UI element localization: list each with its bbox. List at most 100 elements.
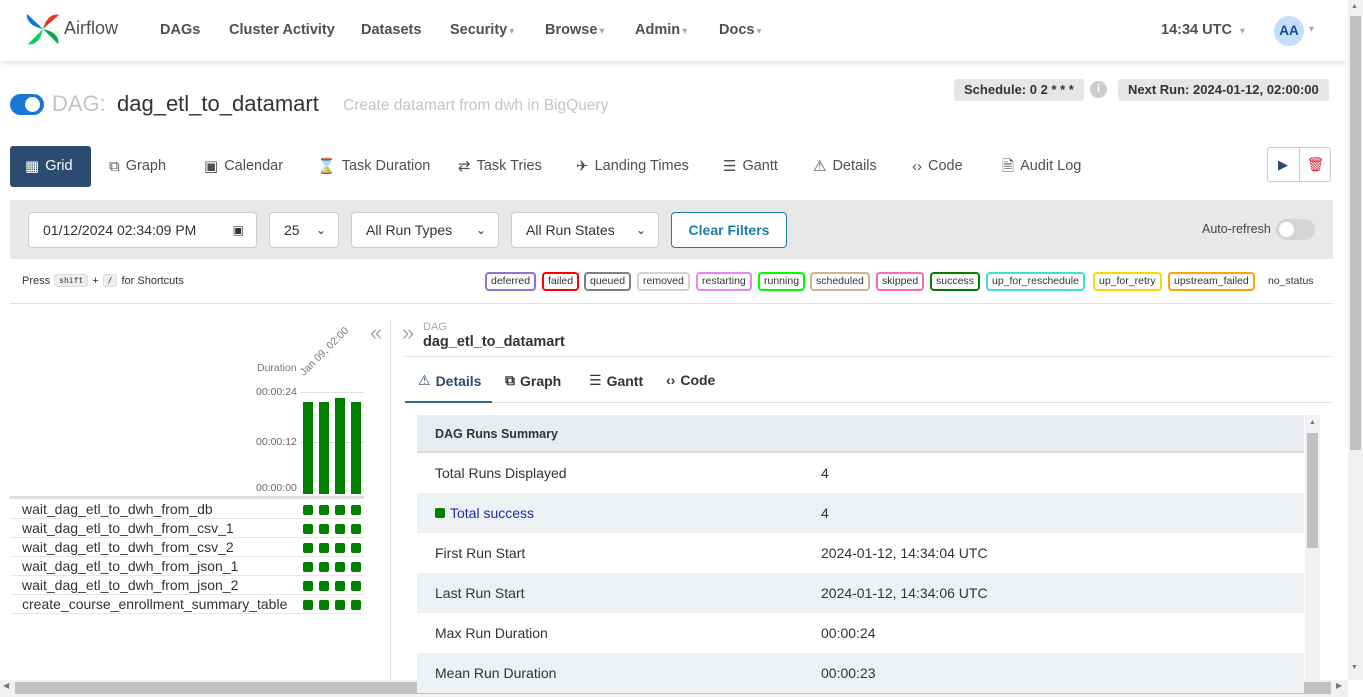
tab-audit-log[interactable]: 🗎 Audit Log: [1002, 146, 1081, 187]
nav-browse[interactable]: Browse ▾: [545, 22, 604, 38]
state-success[interactable]: success: [930, 272, 980, 291]
state-restarting[interactable]: restarting: [696, 272, 752, 291]
task-instance-square[interactable]: [335, 562, 345, 572]
task-name[interactable]: wait_dag_etl_to_dwh_from_csv_1: [22, 520, 234, 536]
task-row[interactable]: wait_dag_etl_to_dwh_from_db: [10, 500, 364, 519]
task-instance-square[interactable]: [335, 505, 345, 515]
task-instance-square[interactable]: [319, 524, 329, 534]
run-states-select[interactable]: All Run States ⌄: [511, 212, 659, 248]
task-instance-square[interactable]: [319, 505, 329, 515]
clear-filters-button[interactable]: Clear Filters: [671, 212, 787, 248]
info-icon[interactable]: i: [1090, 81, 1107, 98]
task-instance-square[interactable]: [351, 543, 361, 553]
task-row[interactable]: wait_dag_etl_to_dwh_from_json_2: [10, 576, 364, 595]
vertical-scroll-thumb[interactable]: [1350, 16, 1361, 450]
tab-graph[interactable]: ⧉ Graph: [109, 146, 166, 187]
tab-grid[interactable]: ▦ Grid: [10, 146, 91, 187]
tab-task-tries[interactable]: ⇄ Task Tries: [458, 146, 542, 187]
task-instance-square[interactable]: [319, 543, 329, 553]
tab-details[interactable]: ⚠ Details: [813, 146, 877, 187]
airflow-logo-icon[interactable]: [24, 10, 62, 48]
scroll-left-arrow-icon[interactable]: ◀: [3, 681, 9, 690]
panel-tab-graph[interactable]: ⧉ Graph: [505, 372, 561, 389]
task-instance-square[interactable]: [303, 505, 313, 515]
num-runs-select[interactable]: 25 ⌄: [269, 212, 339, 248]
nav-security[interactable]: Security ▾: [450, 22, 514, 38]
task-instance-square[interactable]: [319, 581, 329, 591]
task-instance-square[interactable]: [351, 505, 361, 515]
state-up-for-retry[interactable]: up_for_retry: [1093, 272, 1162, 291]
nav-datasets[interactable]: Datasets: [361, 22, 421, 38]
state-upstream-failed[interactable]: upstream_failed: [1168, 272, 1255, 291]
tab-landing-times[interactable]: ✈ Landing Times: [576, 146, 689, 187]
panel-tab-code[interactable]: ‹› Code: [666, 372, 715, 388]
task-instance-square[interactable]: [303, 562, 313, 572]
task-name[interactable]: wait_dag_etl_to_dwh_from_json_1: [22, 558, 238, 574]
state-up-for-reschedule[interactable]: up_for_reschedule: [986, 272, 1085, 291]
task-instance-square[interactable]: [351, 524, 361, 534]
state-skipped[interactable]: skipped: [876, 272, 925, 291]
brand-name[interactable]: Airflow: [64, 18, 118, 39]
panel-divider[interactable]: [390, 320, 391, 680]
state-deferred[interactable]: deferred: [485, 272, 537, 291]
table-scroll-thumb[interactable]: [1307, 433, 1318, 548]
task-instance-square[interactable]: [303, 524, 313, 534]
nav-cluster-activity[interactable]: Cluster Activity: [229, 22, 335, 38]
breadcrumb-dag[interactable]: dag_etl_to_datamart: [423, 334, 565, 350]
task-instance-square[interactable]: [303, 600, 313, 610]
scroll-up-arrow-icon[interactable]: ▲: [1351, 3, 1358, 10]
delete-dag-button[interactable]: 🗑: [1300, 147, 1331, 182]
state-failed[interactable]: failed: [542, 272, 580, 291]
panel-tab-gantt[interactable]: ☰ Gantt: [589, 372, 643, 389]
state-removed[interactable]: removed: [637, 272, 690, 291]
tab-gantt[interactable]: ☰ Gantt: [723, 146, 778, 187]
scroll-down-arrow-icon[interactable]: ▼: [1351, 664, 1358, 671]
task-name[interactable]: wait_dag_etl_to_dwh_from_db: [22, 501, 213, 517]
task-instance-square[interactable]: [351, 562, 361, 572]
task-instance-square[interactable]: [319, 562, 329, 572]
task-instance-square[interactable]: [319, 600, 329, 610]
scroll-right-arrow-icon[interactable]: ▶: [1336, 681, 1342, 690]
total-success-link[interactable]: Total success: [450, 493, 534, 533]
collapse-grid-icon[interactable]: «: [370, 320, 382, 346]
nav-docs[interactable]: Docs ▾: [719, 22, 762, 38]
state-no-status[interactable]: no_status: [1268, 275, 1314, 287]
scroll-up-arrow-icon[interactable]: ▲: [1309, 419, 1316, 426]
trigger-dag-button[interactable]: ▶: [1267, 147, 1299, 182]
base-date-input[interactable]: 01/12/2024 02:34:09 PM ▣: [28, 212, 257, 248]
run-duration-bar[interactable]: [351, 402, 361, 494]
task-row[interactable]: create_course_enrollment_summary_table: [10, 595, 364, 614]
task-row[interactable]: wait_dag_etl_to_dwh_from_json_1: [10, 557, 364, 576]
run-duration-bar[interactable]: [303, 402, 313, 494]
tab-code[interactable]: ‹› Code: [912, 146, 963, 187]
task-instance-square[interactable]: [303, 543, 313, 553]
run-types-select[interactable]: All Run Types ⌄: [351, 212, 499, 248]
state-queued[interactable]: queued: [584, 272, 632, 291]
expand-details-icon[interactable]: »: [402, 320, 414, 346]
task-instance-square[interactable]: [303, 581, 313, 591]
run-duration-bar[interactable]: [335, 398, 345, 494]
tab-calendar[interactable]: ▣ Calendar: [204, 146, 283, 187]
tab-task-duration[interactable]: ⌛ Task Duration: [317, 146, 430, 187]
utc-clock[interactable]: 14:34 UTC ▾: [1161, 22, 1245, 38]
task-instance-square[interactable]: [335, 524, 345, 534]
task-name[interactable]: wait_dag_etl_to_dwh_from_csv_2: [22, 539, 234, 555]
task-instance-square[interactable]: [351, 581, 361, 591]
task-instance-square[interactable]: [351, 600, 361, 610]
state-scheduled[interactable]: scheduled: [810, 272, 870, 291]
calendar-icon[interactable]: ▣: [233, 213, 244, 247]
task-instance-square[interactable]: [335, 581, 345, 591]
run-duration-bar[interactable]: [319, 402, 329, 494]
row-key[interactable]: Total success: [435, 493, 534, 533]
nav-admin[interactable]: Admin ▾: [635, 22, 687, 38]
panel-tab-details[interactable]: ⚠ Details: [418, 372, 481, 389]
task-row[interactable]: wait_dag_etl_to_dwh_from_csv_1: [10, 519, 364, 538]
user-avatar[interactable]: AA: [1274, 16, 1304, 46]
task-instance-square[interactable]: [335, 543, 345, 553]
chevron-down-icon[interactable]: ▾: [1309, 24, 1314, 35]
task-row[interactable]: wait_dag_etl_to_dwh_from_csv_2: [10, 538, 364, 557]
task-name[interactable]: wait_dag_etl_to_dwh_from_json_2: [22, 577, 238, 593]
nav-dags[interactable]: DAGs: [160, 22, 200, 38]
task-instance-square[interactable]: [335, 600, 345, 610]
state-running[interactable]: running: [758, 272, 806, 291]
